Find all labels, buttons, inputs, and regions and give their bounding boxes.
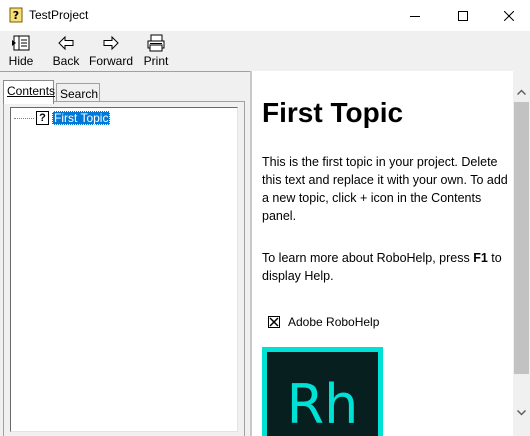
page-title: First Topic [262, 97, 404, 128]
chevron-up-icon [517, 88, 526, 95]
toolbar: Hide Back Forward Print [0, 31, 530, 71]
robohelp-logo-text: Rh [286, 373, 359, 436]
image-placeholder: Adobe RoboHelp [268, 315, 379, 329]
robohelp-logo-inner: Rh [267, 352, 378, 436]
scroll-down-button[interactable] [513, 404, 530, 421]
tab-contents-label: Contents [7, 84, 56, 98]
close-icon [504, 10, 514, 21]
scrollbar-thumb[interactable] [514, 102, 529, 374]
back-label: Back [52, 54, 80, 68]
help-key: F1 [473, 251, 488, 265]
robohelp-logo: Rh [262, 347, 383, 436]
topic-question-icon: ? [36, 111, 49, 125]
svg-text:?: ? [13, 9, 19, 22]
tree-item-first-topic[interactable]: ? First Topic [14, 110, 111, 126]
topic-pane: First Topic This is the first topic in y… [250, 71, 530, 436]
help-book-icon: ? [8, 7, 24, 23]
vertical-scrollbar[interactable] [513, 71, 530, 436]
title-bar: ? TestProject [0, 0, 530, 31]
hide-pane-icon [10, 33, 32, 53]
topic-paragraph-help: To learn more about RoboHelp, press F1 t… [262, 249, 514, 285]
image-alt-text: Adobe RoboHelp [288, 315, 380, 329]
tab-search-label: Search [60, 87, 99, 101]
maximize-icon [458, 10, 468, 21]
tree-item-label: First Topic [52, 111, 111, 125]
contents-tree[interactable]: ? First Topic [10, 107, 238, 432]
broken-image-icon [268, 316, 280, 328]
contents-panel: ? First Topic [3, 101, 245, 436]
arrow-right-icon [100, 33, 122, 53]
arrow-left-icon [55, 33, 77, 53]
tab-contents[interactable]: Contents [3, 80, 56, 104]
window-title: TestProject [29, 8, 89, 22]
close-button[interactable] [486, 0, 530, 31]
hide-label: Hide [8, 54, 34, 68]
forward-button[interactable]: Forward [88, 33, 134, 71]
scroll-up-button[interactable] [513, 83, 530, 100]
printer-icon [145, 33, 167, 53]
navigation-pane: Contents Search ? First Topic [0, 71, 250, 436]
minimize-icon [410, 15, 420, 17]
tree-connector [14, 117, 34, 119]
minimize-button[interactable] [392, 0, 438, 31]
print-button[interactable]: Print [141, 33, 171, 71]
hide-button[interactable]: Hide [5, 33, 37, 71]
maximize-button[interactable] [440, 0, 486, 31]
forward-label: Forward [88, 54, 133, 68]
topic-paragraph-intro: This is the first topic in your project.… [262, 155, 508, 223]
back-button[interactable]: Back [49, 33, 83, 71]
print-label: Print [143, 54, 169, 68]
chevron-down-icon [517, 409, 526, 416]
help-text-prefix: To learn more about RoboHelp, press [262, 251, 474, 265]
